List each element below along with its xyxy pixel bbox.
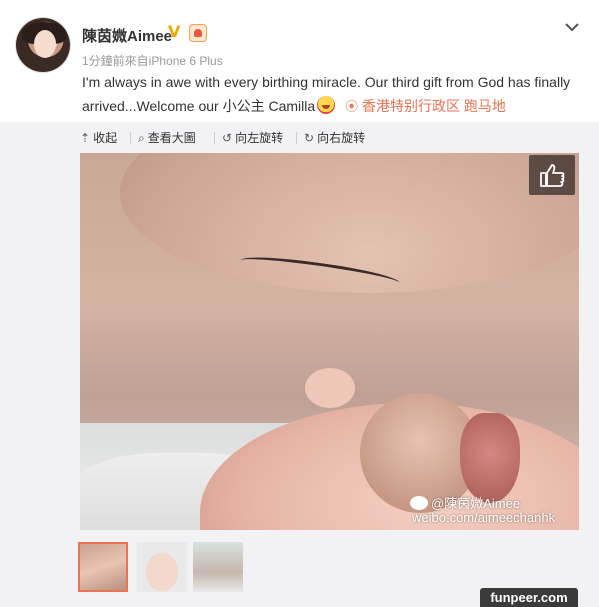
chevron-down-icon[interactable] (563, 18, 581, 36)
pin-icon: ⦿ (345, 99, 359, 114)
collapse-label: 收起 (93, 131, 118, 145)
avatar-face (34, 30, 56, 58)
rotate-left-button[interactable]: ↺ 向左旋转 (222, 129, 283, 146)
view-large-button[interactable]: ⌕ 查看大圖 (138, 129, 196, 146)
thumbnail-2[interactable] (137, 542, 187, 592)
rotate-right-button[interactable]: ↻ 向右旋转 (304, 129, 365, 146)
rotate-right-label: 向右旋转 (317, 131, 366, 145)
weibo-logo-icon (410, 496, 428, 510)
divider (130, 132, 131, 144)
author-avatar[interactable] (16, 18, 70, 72)
view-large-label: 查看大圖 (147, 131, 196, 145)
divider (296, 132, 297, 144)
collapse-button[interactable]: ⇡ 收起 (80, 129, 117, 146)
watermark-name: @陳茵媺Aimee (431, 496, 521, 511)
thumbs-up-icon (540, 164, 565, 187)
photo-watermark-url: weibo.com/aimeechanhk (412, 510, 556, 525)
photo-baby-nose (305, 368, 355, 408)
heart-eyes-emoji-icon (317, 96, 336, 114)
location-link[interactable]: 香港特别行政区 跑马地 (362, 98, 506, 114)
divider (214, 132, 215, 144)
rotate-right-icon: ↻ (304, 131, 315, 145)
photo-mother-lips (460, 413, 520, 503)
site-watermark: funpeer.com (480, 588, 578, 607)
post-text: I'm always in awe with every birthing mi… (82, 70, 582, 119)
thumbnail-1[interactable] (78, 542, 128, 592)
like-button[interactable] (529, 155, 575, 195)
thumbnail-3[interactable] (193, 542, 243, 592)
arrow-up-icon: ⇡ (80, 131, 91, 145)
author-name[interactable]: 陳茵媺Aimee (82, 25, 172, 46)
member-badge-icon (189, 24, 207, 42)
rotate-left-icon: ↺ (222, 131, 233, 145)
rotate-left-label: 向左旋转 (235, 131, 284, 145)
verified-icon: V (168, 22, 181, 41)
post-meta: 1分鐘前來自iPhone 6 Plus (82, 54, 223, 68)
main-photo[interactable] (80, 153, 579, 530)
search-icon: ⌕ (138, 131, 145, 145)
